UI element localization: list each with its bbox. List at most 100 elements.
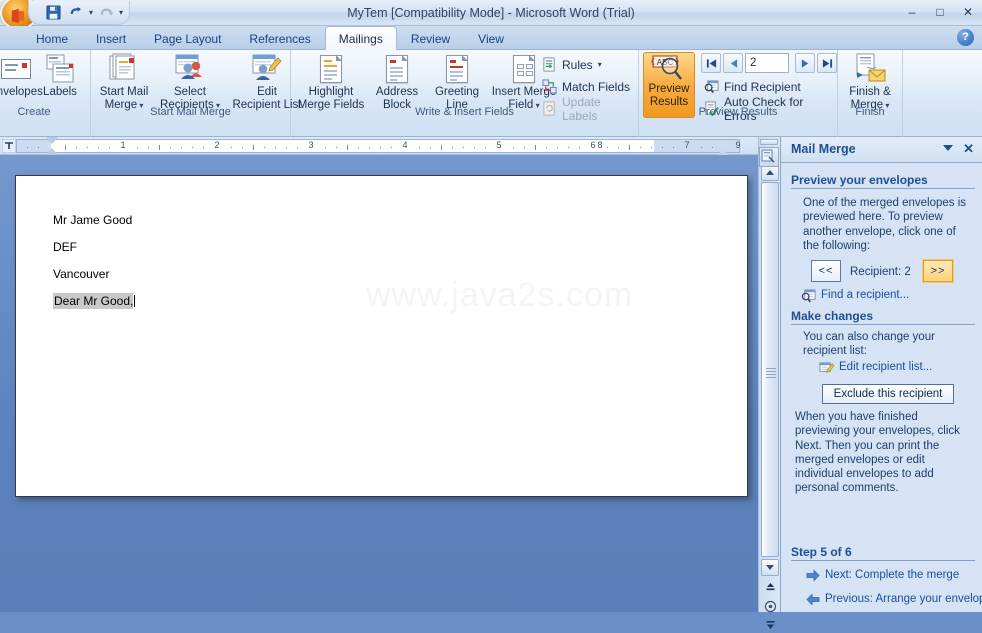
edit-recipient-list-label: Edit recipient list...: [839, 361, 933, 373]
task-pane-title: Mail Merge: [791, 142, 856, 156]
ruler-number-3: 3: [308, 140, 314, 150]
save-icon[interactable]: [43, 3, 63, 23]
previous-recipient-button[interactable]: <<: [811, 260, 841, 282]
preview-results-icon: ABC: [644, 53, 694, 83]
next-page-icon[interactable]: [762, 617, 778, 633]
scroll-down-icon[interactable]: [761, 559, 779, 576]
next-step-link[interactable]: Next: Complete the merge: [806, 569, 959, 582]
step-indicator: Step 5 of 6: [791, 545, 975, 561]
task-pane-header: Mail Merge ✕: [781, 137, 982, 163]
window-title: MyTem [Compatibility Mode] - Microsoft W…: [347, 6, 635, 20]
match-fields-label: Match Fields: [562, 79, 631, 94]
ribbon-tabs: Home Insert Page Layout References Maili…: [22, 26, 518, 50]
make-changes-description: You can also change your recipient list:: [803, 331, 935, 358]
greeting-line-button[interactable]: Greeting Line: [425, 52, 489, 111]
tab-page-layout[interactable]: Page Layout: [140, 26, 235, 50]
tab-stop-selector-icon[interactable]: [2, 139, 16, 153]
record-navigation: [701, 53, 837, 73]
edit-recipient-list-link[interactable]: Edit recipient list...: [819, 361, 932, 376]
vertical-scrollbar[interactable]: [758, 137, 780, 629]
start-mail-merge-button[interactable]: Start Mail Merge ▾: [92, 52, 156, 112]
select-recipients-label-1: Select: [174, 86, 206, 98]
record-number-input[interactable]: [745, 53, 789, 73]
edit-recipient-list-pane-icon: [819, 361, 834, 376]
edit-recipient-list-label-1: Edit: [257, 86, 277, 98]
tab-home[interactable]: Home: [22, 26, 82, 50]
highlight-merge-fields-button[interactable]: Highlight Merge Fields: [295, 52, 367, 111]
group-label-finish: Finish: [855, 106, 885, 118]
rules-button[interactable]: Rules ▾: [539, 54, 605, 75]
address-block-icon: [365, 52, 429, 86]
previous-step-link[interactable]: Previous: Arrange your envelope: [806, 593, 982, 606]
tab-view[interactable]: View: [464, 26, 518, 50]
find-a-recipient-label: Find a recipient...: [821, 289, 910, 301]
document-line-recipient-name[interactable]: Mr Jame Good: [53, 213, 132, 227]
document-map-toggle-icon[interactable]: [759, 147, 779, 167]
ribbon-tab-strip: Home Insert Page Layout References Maili…: [0, 26, 982, 50]
exclude-recipient-button[interactable]: Exclude this recipient: [822, 384, 954, 404]
document-line-greeting[interactable]: Dear Mr Good,: [53, 293, 136, 309]
preview-envelopes-heading: Preview your envelopes: [791, 173, 975, 189]
preview-results-label-1: Preview: [648, 83, 690, 95]
document-canvas[interactable]: www.java2s.com Mr Jame Good DEF Vancouve…: [0, 155, 758, 612]
ruler-number-7: 7: [684, 140, 690, 150]
help-icon[interactable]: ?: [957, 29, 974, 46]
address-block-button[interactable]: Address Block: [365, 52, 429, 111]
match-fields-icon: [542, 79, 557, 94]
scrollbar-thumb[interactable]: [761, 182, 779, 557]
ruler-number-4: 4: [402, 140, 408, 150]
quick-access-toolbar: ▾ ▾: [28, 1, 131, 25]
undo-dropdown-arrow[interactable]: ▾: [89, 8, 93, 17]
ribbon-group-write-insert-fields: Highlight Merge Fields Address Block Gre…: [291, 50, 639, 137]
tab-insert[interactable]: Insert: [82, 26, 140, 50]
next-arrow-icon: [806, 569, 820, 582]
document-page[interactable]: www.java2s.com Mr Jame Good DEF Vancouve…: [15, 175, 748, 497]
next-record-icon[interactable]: [795, 53, 815, 73]
horizontal-ruler[interactable]: 1 2 3 4 5 6 7: [16, 139, 740, 157]
greeting-merge-field[interactable]: Dear Mr Good,: [53, 293, 134, 309]
previous-record-icon[interactable]: [723, 53, 743, 73]
document-line-city[interactable]: Vancouver: [53, 267, 109, 281]
recipient-counter: Recipient: 2: [850, 266, 911, 278]
find-recipient-icon: [704, 79, 719, 94]
undo-icon[interactable]: [66, 3, 86, 23]
find-a-recipient-link[interactable]: Find a recipient...: [801, 289, 909, 304]
select-recipients-button[interactable]: Select Recipients ▾: [153, 52, 227, 112]
ruler-number-5: 5: [496, 140, 502, 150]
make-changes-heading: Make changes: [791, 309, 975, 325]
finish-merge-button[interactable]: Finish & Merge ▾: [838, 52, 902, 112]
ribbon-group-finish: Finish & Merge ▾ Finish: [838, 50, 903, 137]
greeting-line-label-1: Greeting: [434, 86, 480, 98]
labels-label: Labels: [43, 86, 77, 98]
customize-icon[interactable]: ▾: [119, 8, 123, 17]
group-label-create: Create: [17, 106, 51, 118]
task-pane-menu-icon[interactable]: [943, 145, 953, 151]
group-label-start-mail-merge: Start Mail Merge: [150, 106, 231, 118]
close-icon[interactable]: ✕: [963, 141, 974, 157]
greeting-line-icon: [425, 52, 489, 86]
rules-dropdown-arrow[interactable]: ▾: [598, 60, 602, 69]
address-block-label-1: Address: [375, 86, 419, 98]
last-record-icon[interactable]: [817, 53, 837, 73]
finish-merge-label-1: Finish &: [849, 86, 891, 98]
redo-icon[interactable]: [96, 3, 116, 23]
start-mail-merge-icon: [92, 52, 156, 86]
split-window-handle[interactable]: [760, 139, 778, 145]
tab-review[interactable]: Review: [397, 26, 464, 50]
previous-page-icon[interactable]: [762, 579, 778, 595]
labels-button[interactable]: Labels: [28, 52, 92, 99]
make-changes-footer: When you have finished previewing your e…: [795, 411, 960, 495]
maximize-button[interactable]: □: [930, 3, 950, 21]
document-line-address[interactable]: DEF: [53, 240, 77, 254]
ruler-number-2: 2: [214, 140, 220, 150]
first-record-icon[interactable]: [701, 53, 721, 73]
close-button[interactable]: ✕: [958, 3, 978, 21]
next-recipient-button[interactable]: >>: [922, 259, 954, 283]
minimize-button[interactable]: –: [902, 3, 922, 21]
ruler-number-9: 9: [735, 140, 741, 150]
tab-references[interactable]: References: [235, 26, 324, 50]
rules-label: Rules: [562, 57, 593, 72]
start-mail-merge-label-1: Start Mail: [99, 86, 149, 98]
previous-step-label: Previous: Arrange your envelope: [825, 593, 982, 605]
tab-mailings[interactable]: Mailings: [324, 26, 397, 50]
